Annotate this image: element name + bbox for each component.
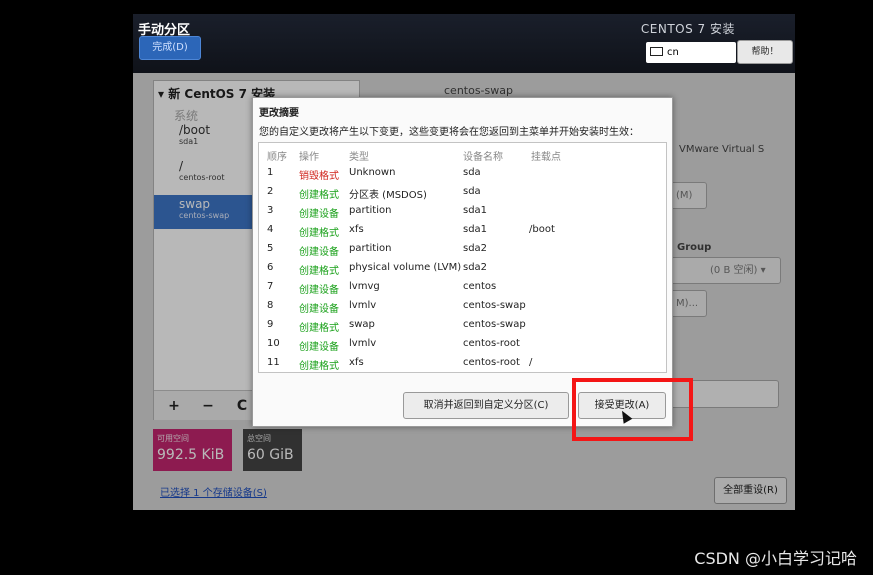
done-button[interactable]: 完成(D) (139, 36, 201, 60)
table-row: 7 创建设备 lvmvg centos (259, 281, 666, 300)
help-button[interactable]: 帮助！ (737, 40, 793, 64)
cell-order: 6 (267, 262, 274, 273)
column-header-action: 操作 (299, 152, 319, 163)
cell-action: 创建格式 (299, 266, 339, 277)
cell-type: Unknown (349, 167, 396, 178)
cell-mount: /boot (529, 224, 555, 235)
cell-action: 创建格式 (299, 323, 339, 334)
cell-action: 创建格式 (299, 361, 339, 372)
table-row: 5 创建设备 partition sda2 (259, 243, 666, 262)
cell-device: sda (463, 186, 481, 197)
cell-device: centos-root (463, 338, 520, 349)
cell-device: sda2 (463, 262, 488, 273)
watermark: CSDN @小白学习记哈 (694, 549, 857, 568)
column-header-device: 设备名称 (463, 152, 503, 163)
table-row: 9 创建格式 swap centos-swap (259, 319, 666, 338)
column-header-type: 类型 (349, 152, 369, 163)
cell-action: 创建格式 (299, 190, 339, 201)
cell-order: 2 (267, 186, 274, 197)
cell-type: lvmlv (349, 300, 377, 311)
cell-action: 创建设备 (299, 304, 339, 315)
table-row: 10 创建设备 lvmlv centos-root (259, 338, 666, 357)
cell-order: 1 (267, 167, 274, 178)
os-title: CENTOS 7 安装 (640, 22, 735, 36)
cell-device: sda2 (463, 243, 488, 254)
cell-type: partition (349, 205, 392, 216)
table-row: 2 创建格式 分区表 (MSDOS) sda (259, 186, 666, 205)
cell-type: lvmvg (349, 281, 380, 292)
cell-action: 创建设备 (299, 285, 339, 296)
cell-type: 分区表 (MSDOS) (349, 190, 427, 201)
table-row: 11 创建格式 xfs centos-root / (259, 357, 666, 376)
cell-order: 11 (267, 357, 280, 368)
cell-action: 创建设备 (299, 342, 339, 353)
cell-type: xfs (349, 224, 364, 235)
cell-device: centos (463, 281, 497, 292)
annotation-highlight-box (572, 378, 693, 441)
cell-order: 9 (267, 319, 274, 330)
changes-table: 顺序 操作 类型 设备名称 挂载点 1 销毁格式 Unknown sda 2 创建格式 分区… (258, 142, 667, 373)
installer-screen: 手动分区 完成(D) CENTOS 7 安装 cn 帮助！ centos-swa… (133, 14, 795, 510)
cell-type: swap (349, 319, 375, 330)
dialog-subtitle: 您的自定义更改将产生以下变更，这些变更将会在您返回到主菜单并开始安装时生效： (259, 127, 639, 138)
cell-type: partition (349, 243, 392, 254)
table-row: 6 创建格式 physical volume (LVM) sda2 (259, 262, 666, 281)
cell-order: 7 (267, 281, 274, 292)
cell-action: 创建设备 (299, 247, 339, 258)
dialog-title: 更改摘要 (259, 108, 299, 119)
cell-device: sda (463, 167, 481, 178)
cell-order: 4 (267, 224, 274, 235)
cell-device: centos-root (463, 357, 520, 368)
cell-device: centos-swap (463, 319, 526, 330)
cell-action: 创建格式 (299, 228, 339, 239)
cell-order: 8 (267, 300, 274, 311)
cell-type: xfs (349, 357, 364, 368)
cell-type: physical volume (LVM) (349, 262, 462, 273)
cell-device: centos-swap (463, 300, 526, 311)
table-row: 3 创建设备 partition sda1 (259, 205, 666, 224)
cell-order: 10 (267, 338, 280, 349)
cell-action: 创建设备 (299, 209, 339, 220)
keyboard-icon (650, 47, 663, 56)
cell-order: 3 (267, 205, 274, 216)
header-bar: 手动分区 完成(D) CENTOS 7 安装 cn 帮助！ (133, 14, 795, 73)
table-row: 8 创建设备 lvmlv centos-swap (259, 300, 666, 319)
cancel-return-button[interactable]: 取消并返回到自定义分区(C) (403, 392, 569, 419)
cell-order: 5 (267, 243, 274, 254)
cell-device: sda1 (463, 205, 488, 216)
cell-type: lvmlv (349, 338, 377, 349)
column-header-mount: 挂载点 (531, 152, 561, 163)
table-row: 4 创建格式 xfs sda1/boot (259, 224, 666, 243)
cell-mount: / (529, 357, 533, 368)
column-header-order: 顺序 (267, 152, 287, 163)
keyboard-layout-label: cn (667, 47, 679, 58)
cell-action: 销毁格式 (299, 171, 339, 182)
table-row: 1 销毁格式 Unknown sda (259, 167, 666, 186)
cell-device: sda1 (463, 224, 488, 235)
keyboard-layout-selector[interactable]: cn (646, 42, 736, 63)
